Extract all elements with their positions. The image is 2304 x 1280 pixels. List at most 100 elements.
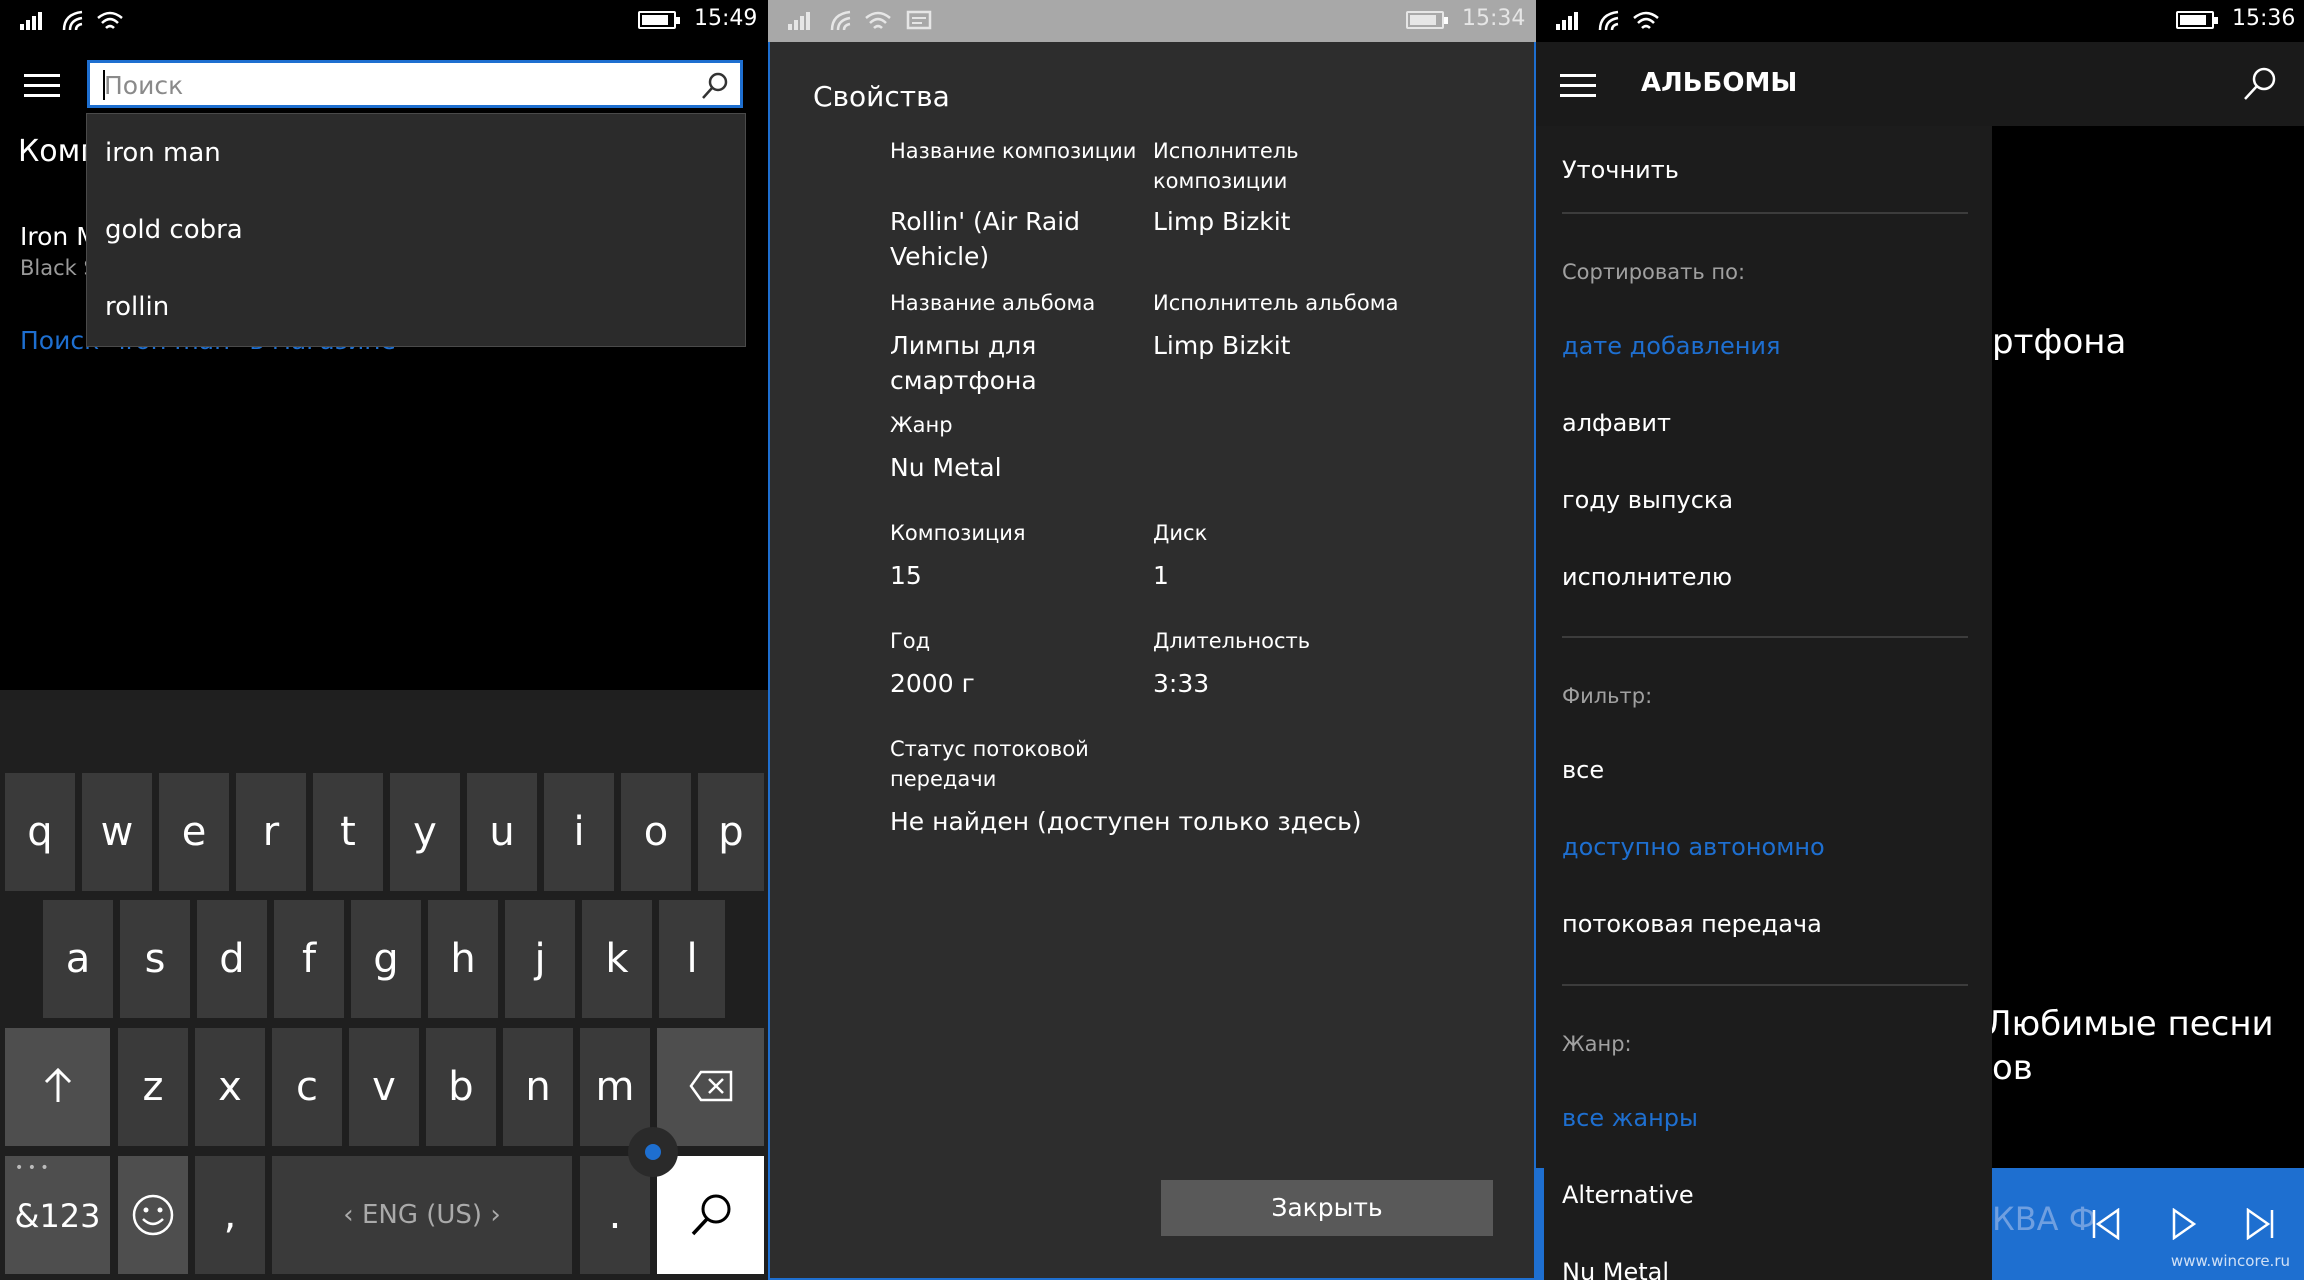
- album-title-partial: ртфона: [1992, 322, 2127, 362]
- key-k[interactable]: k: [582, 900, 652, 1018]
- status-bar: 15:34: [768, 0, 1536, 42]
- play-icon[interactable]: [2170, 1208, 2198, 1240]
- refine-heading: Уточнить: [1562, 156, 1679, 184]
- search-icon: [691, 1194, 731, 1236]
- key-i[interactable]: i: [544, 773, 614, 891]
- key-h[interactable]: h: [428, 900, 498, 1018]
- close-button[interactable]: Закрыть: [1161, 1180, 1493, 1236]
- key-c[interactable]: c: [272, 1028, 342, 1146]
- key-o[interactable]: o: [621, 773, 691, 891]
- key-v[interactable]: v: [349, 1028, 419, 1146]
- properties-dialog: Свойства Название композиции Исполнитель…: [768, 42, 1536, 1280]
- key-e[interactable]: e: [159, 773, 229, 891]
- signal-icon: [1556, 12, 1578, 30]
- key-l[interactable]: l: [659, 900, 725, 1018]
- key-x[interactable]: x: [195, 1028, 265, 1146]
- key-r[interactable]: r: [236, 773, 306, 891]
- signal-icon: [788, 12, 810, 30]
- cursor-control-dot: [645, 1144, 661, 1160]
- divider: [1562, 212, 1968, 214]
- shift-arrow-icon: [44, 1068, 72, 1102]
- key-d[interactable]: d: [197, 900, 267, 1018]
- track-number-label: Композиция: [890, 521, 1026, 545]
- period-key[interactable]: .: [580, 1156, 650, 1274]
- sim-signal-icon: [62, 10, 83, 31]
- emoji-key[interactable]: [118, 1156, 188, 1274]
- dialog-title: Свойства: [813, 80, 950, 113]
- key-g[interactable]: g: [351, 900, 421, 1018]
- hamburger-menu-icon[interactable]: [24, 74, 60, 98]
- battery-icon: [1406, 11, 1448, 29]
- sort-option-alphabet[interactable]: алфавит: [1562, 409, 1671, 437]
- sort-option-date-added[interactable]: дате добавления: [1562, 332, 1780, 360]
- status-time: 15:34: [1462, 6, 1526, 31]
- track-artist-label: Исполнитель композиции: [1153, 139, 1299, 193]
- next-track-icon[interactable]: [2244, 1208, 2276, 1240]
- key-z[interactable]: z: [118, 1028, 188, 1146]
- now-playing-bar[interactable]: КВА Ф www.wincore.ru: [1992, 1168, 2304, 1280]
- filter-option-offline[interactable]: доступно автономно: [1562, 833, 1825, 861]
- genre-option-all[interactable]: все жанры: [1562, 1104, 1698, 1132]
- search-suggestions: iron man gold cobra rollin: [86, 113, 746, 347]
- shift-key[interactable]: [5, 1028, 110, 1146]
- filter-option-streaming[interactable]: потоковая передача: [1562, 910, 1822, 938]
- track-number-value: 15: [890, 561, 922, 590]
- key-q[interactable]: q: [5, 773, 75, 891]
- filter-option-all[interactable]: все: [1562, 756, 1604, 784]
- cursor-control[interactable]: [628, 1127, 678, 1177]
- album-title-partial: ов: [1992, 1048, 2033, 1088]
- sim-signal-icon: [830, 10, 851, 31]
- key-n[interactable]: n: [503, 1028, 573, 1146]
- genre-label: Жанр: [890, 413, 953, 437]
- wifi-icon: [1633, 11, 1659, 29]
- backspace-key[interactable]: [657, 1028, 764, 1146]
- genre-option-nu-metal[interactable]: Nu Metal: [1562, 1258, 1669, 1280]
- sort-option-artist[interactable]: исполнителю: [1562, 563, 1732, 591]
- key-s[interactable]: s: [120, 900, 190, 1018]
- key-u[interactable]: u: [467, 773, 537, 891]
- key-p[interactable]: p: [698, 773, 764, 891]
- suggestion-item[interactable]: rollin: [105, 292, 169, 322]
- key-t[interactable]: t: [313, 773, 383, 891]
- status-time: 15:36: [2232, 6, 2296, 31]
- comma-key[interactable]: ,: [195, 1156, 265, 1274]
- space-key[interactable]: ‹ ENG (US) ›: [272, 1156, 572, 1274]
- search-input[interactable]: Поиск: [87, 60, 743, 108]
- search-submit-key[interactable]: [657, 1156, 764, 1274]
- search-placeholder: Поиск: [104, 71, 184, 100]
- divider: [1562, 636, 1968, 638]
- album-title-partial: Любимые песни: [1986, 1004, 2274, 1044]
- symbols-key[interactable]: • • • &123: [5, 1156, 110, 1274]
- sort-option-release-year[interactable]: году выпуска: [1562, 486, 1733, 514]
- streaming-status-value: Не найден (доступен только здесь): [890, 807, 1362, 836]
- album-name-label: Название альбома: [890, 291, 1096, 315]
- app-header: АЛЬБОМЫ: [1536, 42, 2304, 126]
- suggestion-item[interactable]: iron man: [105, 138, 221, 168]
- filter-section-label: Фильтр:: [1562, 684, 1653, 708]
- search-icon[interactable]: [2242, 66, 2278, 102]
- divider: [1562, 984, 1968, 986]
- suggestion-item[interactable]: gold cobra: [105, 215, 243, 245]
- properties-screen: 15:34 Свойства Название композиции Испол…: [768, 0, 1536, 1280]
- search-icon[interactable]: [700, 71, 730, 101]
- key-b[interactable]: b: [426, 1028, 496, 1146]
- sort-section-label: Сортировать по:: [1562, 260, 1746, 284]
- key-f[interactable]: f: [274, 900, 344, 1018]
- key-m[interactable]: m: [580, 1028, 650, 1146]
- track-artist-value: Limp Bizkit: [1153, 207, 1291, 236]
- track-name-label: Название композиции: [890, 139, 1137, 163]
- key-w[interactable]: w: [82, 773, 152, 891]
- previous-track-icon[interactable]: [2090, 1208, 2122, 1240]
- battery-icon: [638, 11, 680, 29]
- signal-icon: [20, 12, 42, 30]
- year-value: 2000 г: [890, 669, 975, 698]
- hamburger-menu-icon[interactable]: [1560, 74, 1596, 98]
- duration-value: 3:33: [1153, 669, 1210, 698]
- symbols-dots: • • •: [15, 1160, 49, 1176]
- albums-background: ртфона Любимые песни ов: [1986, 126, 2304, 1280]
- key-y[interactable]: y: [390, 773, 460, 891]
- key-a[interactable]: a: [43, 900, 113, 1018]
- genre-option-alternative[interactable]: Alternative: [1562, 1181, 1694, 1209]
- page-title: АЛЬБОМЫ: [1641, 68, 1798, 98]
- key-j[interactable]: j: [505, 900, 575, 1018]
